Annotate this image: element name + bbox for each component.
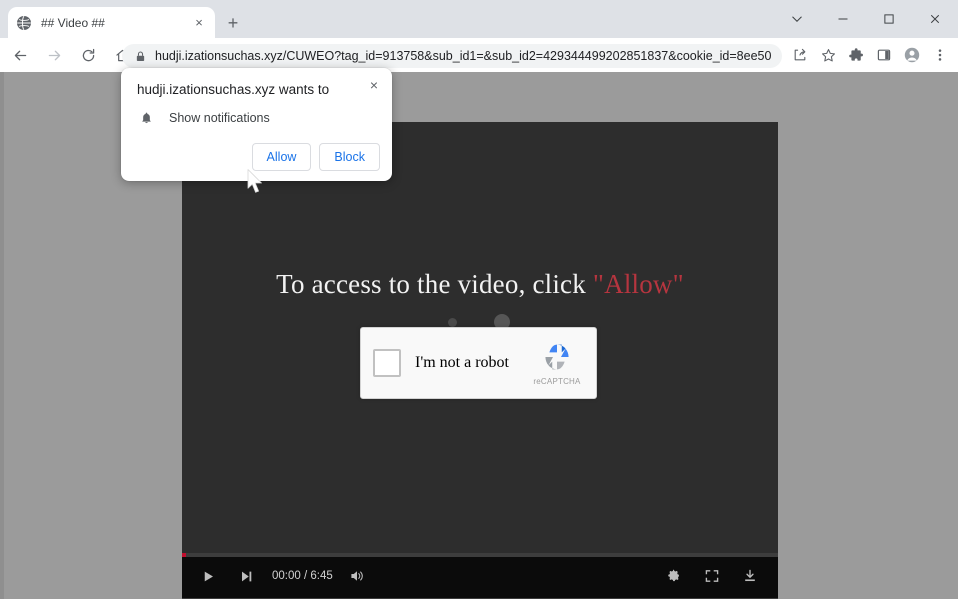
maximize-icon[interactable] (866, 0, 912, 38)
headline-accent: "Allow" (593, 269, 684, 299)
dialog-actions: Allow Block (244, 143, 380, 171)
page-left-edge (0, 72, 4, 599)
gear-icon[interactable] (660, 563, 688, 589)
overlay-headline: To access to the video, click "Allow" (182, 269, 778, 300)
player-controls-right (660, 563, 764, 589)
tab-search-icon[interactable] (774, 0, 820, 38)
close-window-icon[interactable] (912, 0, 958, 38)
loading-dot (448, 318, 457, 327)
progress-played (182, 553, 186, 557)
url-text: hudji.izationsuchas.xyz/CUWEO?tag_id=913… (155, 49, 772, 63)
window-controls (774, 0, 958, 38)
download-icon[interactable] (736, 563, 764, 589)
permission-label: Show notifications (169, 111, 270, 125)
side-panel-icon[interactable] (870, 41, 898, 69)
video-player: To access to the video, click "Allow" I'… (182, 122, 778, 598)
lock-icon (132, 48, 148, 64)
recaptcha-checkbox[interactable] (373, 349, 401, 377)
close-icon[interactable]: × (191, 15, 207, 31)
mouse-cursor (246, 168, 266, 196)
tab-strip: ## Video ## × + (0, 0, 958, 38)
three-dot-menu-icon[interactable] (926, 41, 954, 69)
player-controls-left: 00:00 / 6:45 (194, 563, 371, 589)
forward-icon[interactable] (40, 41, 68, 69)
extensions-puzzle-icon[interactable] (842, 41, 870, 69)
recaptcha-brand-label: reCAPTCHA (533, 377, 580, 386)
bell-icon (137, 109, 155, 127)
progress-bar[interactable] (182, 553, 778, 557)
notification-permission-dialog: × hudji.izationsuchas.xyz wants to Show … (121, 68, 392, 181)
close-icon[interactable]: × (364, 75, 384, 95)
timecode: 00:00 / 6:45 (272, 570, 333, 582)
permission-row: Show notifications (137, 109, 270, 127)
block-button[interactable]: Block (319, 143, 380, 171)
browser-window: ## Video ## × + (0, 0, 958, 599)
next-track-icon[interactable] (232, 563, 260, 589)
play-icon[interactable] (194, 563, 222, 589)
fullscreen-icon[interactable] (698, 563, 726, 589)
new-tab-button[interactable]: + (222, 12, 244, 34)
dialog-title: hudji.izationsuchas.xyz wants to (137, 82, 362, 97)
globe-icon (16, 15, 32, 31)
recaptcha-label: I'm not a robot (415, 354, 522, 372)
bookmark-star-icon[interactable] (814, 41, 842, 69)
browser-toolbar: hudji.izationsuchas.xyz/CUWEO?tag_id=913… (0, 38, 958, 72)
recaptcha-branding: reCAPTCHA (522, 340, 596, 386)
tab-title: ## Video ## (41, 16, 191, 30)
address-bar[interactable]: hudji.izationsuchas.xyz/CUWEO?tag_id=913… (122, 44, 782, 68)
player-controls: 00:00 / 6:45 (182, 553, 778, 598)
profile-avatar-icon[interactable] (898, 41, 926, 69)
toolbar-icons (786, 41, 954, 69)
allow-button[interactable]: Allow (252, 143, 312, 171)
browser-tab[interactable]: ## Video ## × (8, 7, 215, 38)
video-stage[interactable]: To access to the video, click "Allow" I'… (182, 122, 778, 553)
minimize-icon[interactable] (820, 0, 866, 38)
recaptcha-logo-icon (540, 340, 574, 374)
reload-icon[interactable] (74, 41, 102, 69)
headline-prefix: To access to the video, click (276, 269, 593, 299)
recaptcha-widget[interactable]: I'm not a robot reC (360, 327, 597, 399)
volume-icon[interactable] (343, 563, 371, 589)
share-icon[interactable] (786, 41, 814, 69)
back-icon[interactable] (6, 41, 34, 69)
